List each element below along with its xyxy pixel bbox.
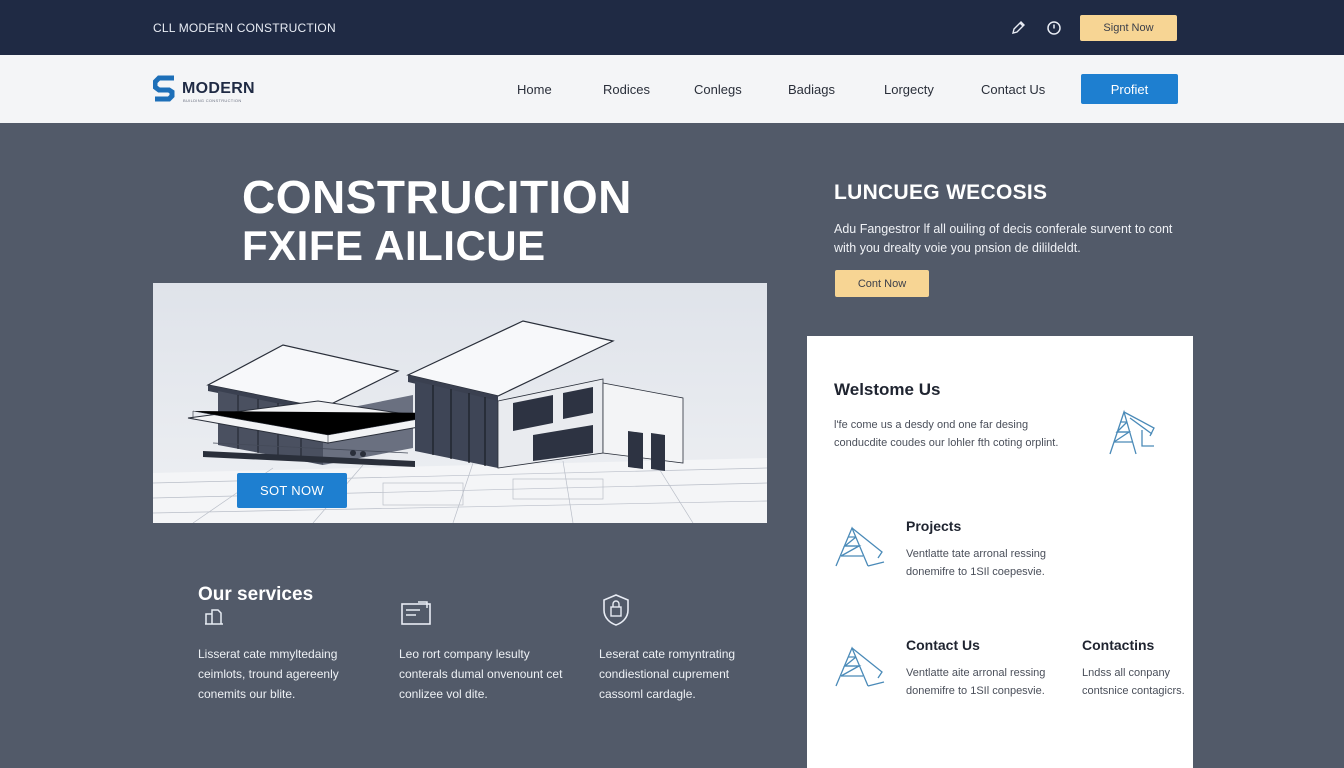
nav-badiags[interactable]: Badiags: [788, 82, 835, 97]
welcome-text: l'fe come us a desdy ond one far desing …: [834, 419, 1059, 449]
service-text-3: Leserat cate romyntrating condiestional …: [599, 647, 736, 701]
folder-icon: [400, 600, 432, 632]
crane-icon: [835, 526, 885, 567]
service-text-2: Leo rort company lesulty conterals dumal…: [399, 647, 563, 701]
document-chart-icon: [203, 607, 225, 633]
nav-conlegs[interactable]: Conlegs: [694, 82, 742, 97]
services-title: Our services: [198, 584, 314, 605]
hero-title-line1: CONSTRUCITION: [242, 171, 632, 223]
crane-icon: [1109, 409, 1155, 455]
logo-tagline: BUILDING CONSTRUCTION: [183, 98, 242, 103]
nav-rodices[interactable]: Rodices: [603, 82, 650, 97]
nav-contact-us[interactable]: Contact Us: [981, 82, 1045, 97]
welcome-title: Welstome Us: [834, 380, 941, 399]
profile-button[interactable]: Profiet: [1081, 74, 1178, 104]
pencil-icon[interactable]: [1009, 19, 1027, 37]
top-bar: CLL MODERN CONSTRUCTION Signt Now: [0, 0, 1344, 55]
logo-s-icon: [152, 74, 177, 104]
logo-name: MODERN: [182, 80, 255, 97]
contactins-text: Lndss all conpany contsnice contagicrs.: [1082, 667, 1185, 697]
cont-now-button[interactable]: Cont Now: [835, 270, 929, 297]
service-text-1: Lisserat cate mmyltedaing ceimlots, trou…: [198, 647, 339, 701]
nav-lorgecty[interactable]: Lorgecty: [884, 82, 934, 97]
contact-us-text: Ventlatte aite arronal ressing donemifre…: [906, 667, 1046, 697]
contact-us-title: Contact Us: [906, 637, 980, 653]
hero-sot-now-button[interactable]: SOT NOW: [237, 473, 347, 508]
nav-home[interactable]: Home: [517, 82, 552, 97]
crane-icon: [835, 646, 885, 687]
hero-title-line2: FXIFE AILICUE: [242, 222, 546, 269]
projects-text: Ventlatte tate arronal ressing donemifre…: [906, 548, 1047, 578]
clock-icon[interactable]: [1045, 19, 1063, 37]
side-description: Adu Fangestror lf all ouiling of decis c…: [834, 222, 1173, 255]
side-heading: LUNCUEG WECOSIS: [834, 181, 1048, 204]
sign-up-button[interactable]: Signt Now: [1080, 15, 1177, 41]
contactins-title: Contactins: [1082, 637, 1155, 653]
projects-title: Projects: [906, 518, 962, 534]
top-brand-text: CLL MODERN CONSTRUCTION: [153, 21, 336, 35]
shield-lock-icon: [601, 593, 631, 633]
info-panel: Welstome Us l'fe come us a desdy ond one…: [807, 336, 1193, 768]
